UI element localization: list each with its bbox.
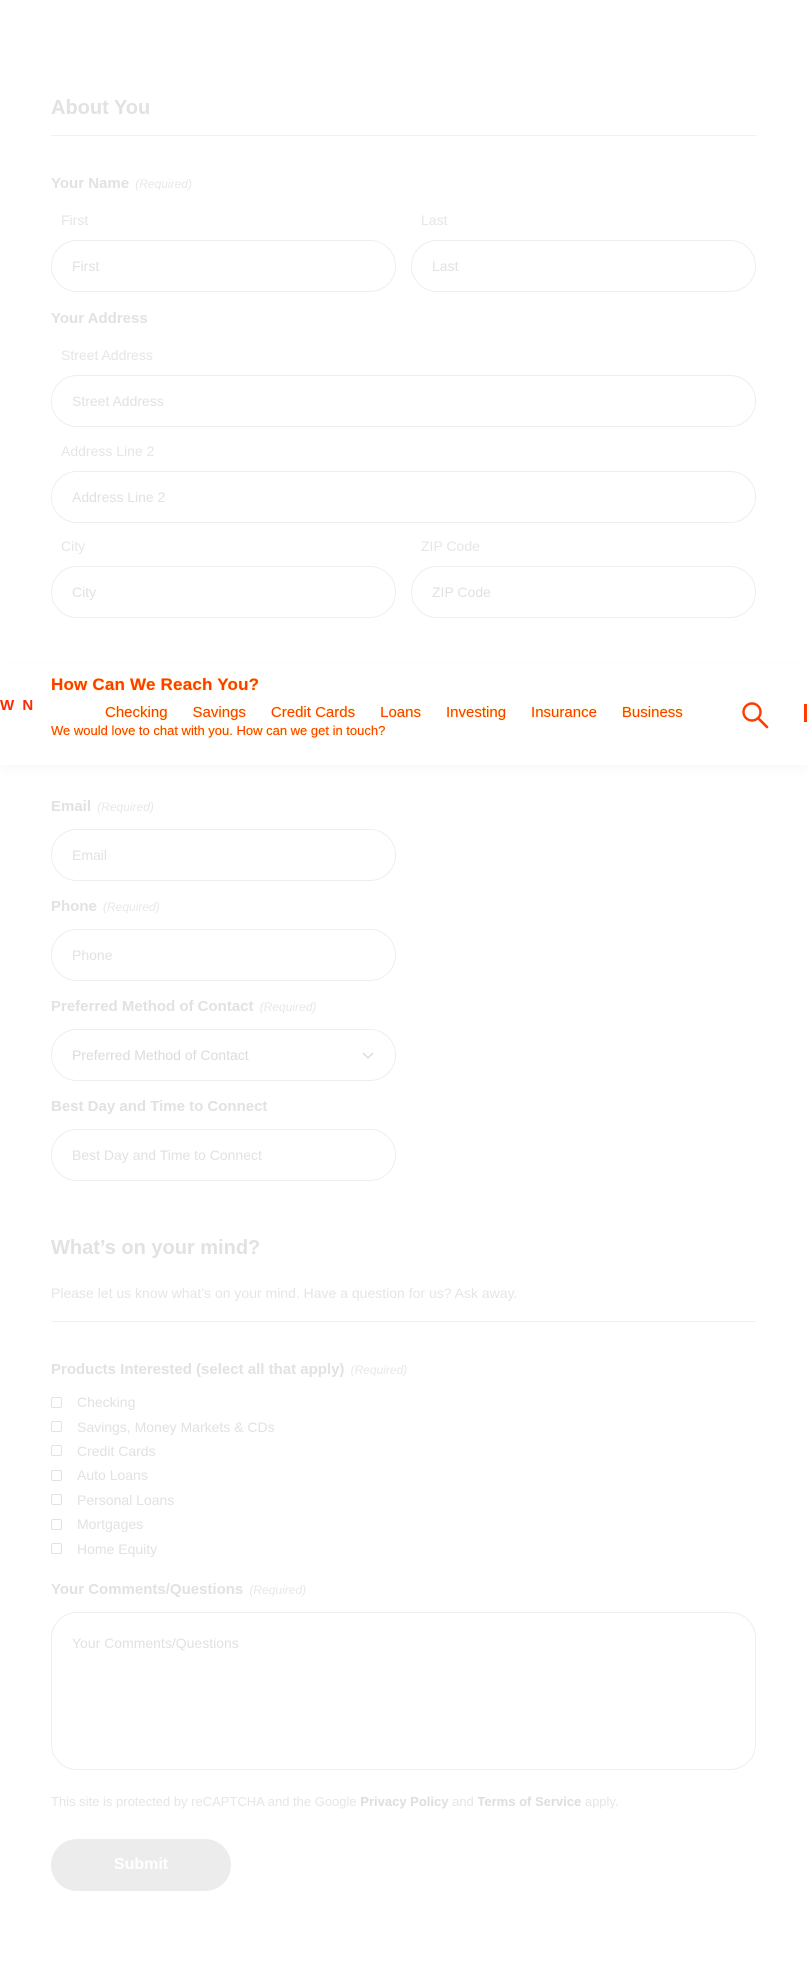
terms-of-service-link[interactable]: Terms of Service xyxy=(477,1794,581,1809)
contact-method-required-note: (Required) xyxy=(259,1000,317,1014)
checkbox[interactable] xyxy=(51,1421,62,1433)
email-label: Email xyxy=(51,798,92,815)
products-required-note: (Required) xyxy=(350,1363,408,1377)
list-item[interactable]: Auto Loans xyxy=(51,1463,275,1487)
list-item[interactable]: Mortgages xyxy=(51,1512,275,1536)
mind-section-title: What’s on your mind? xyxy=(51,1237,261,1259)
checkbox-label: Mortgages xyxy=(77,1516,144,1533)
recaptcha-and: and xyxy=(452,1794,474,1809)
checkbox[interactable] xyxy=(51,1494,62,1506)
comments-label: Your Comments/Questions xyxy=(51,1581,244,1598)
checkbox[interactable] xyxy=(51,1396,62,1408)
nav-item-loans[interactable]: Loans xyxy=(380,704,421,721)
city-label: City xyxy=(61,538,86,554)
phone-input[interactable] xyxy=(51,929,396,981)
checkbox-label: Home Equity xyxy=(77,1540,158,1557)
checkbox[interactable] xyxy=(51,1543,62,1555)
address-line2-label: Address Line 2 xyxy=(61,443,155,459)
checkbox-label: Checking xyxy=(77,1394,136,1411)
name-label: Your Name xyxy=(51,175,130,192)
street-address-label: Street Address xyxy=(61,347,153,363)
name-group-label: Your Name (Required) xyxy=(51,175,192,192)
nav-item-insurance[interactable]: Insurance xyxy=(531,704,597,721)
checkbox-label: Personal Loans xyxy=(77,1491,175,1508)
checkbox-label: Auto Loans xyxy=(77,1467,148,1484)
name-required-note: (Required) xyxy=(135,177,192,191)
phone-label: Phone xyxy=(51,898,97,915)
street-address-input[interactable] xyxy=(51,375,756,427)
checkbox[interactable] xyxy=(51,1518,62,1530)
contact-method-value: Preferred Method of Contact xyxy=(72,1047,249,1063)
nav-item-savings[interactable]: Savings xyxy=(193,704,246,721)
address-line2-input[interactable] xyxy=(51,471,756,523)
email-required-note: (Required) xyxy=(97,800,154,814)
nav-item-investing[interactable]: Investing xyxy=(446,704,506,721)
phone-required-note: (Required) xyxy=(103,900,160,914)
reach-section-subtitle: We would love to chat with you. How can … xyxy=(51,723,386,738)
chevron-down-icon xyxy=(362,1052,374,1060)
mind-section-subtitle: Please let us know what’s on your mind. … xyxy=(51,1285,518,1301)
nav-item-business[interactable]: Business xyxy=(622,704,683,721)
city-input[interactable] xyxy=(51,566,396,618)
zip-code-input[interactable] xyxy=(411,566,756,618)
contact-method-group-label: Preferred Method of Contact (Required) xyxy=(51,998,316,1015)
mind-divider xyxy=(51,1321,756,1322)
products-group-label: Products Interested (select all that app… xyxy=(51,1361,407,1378)
address-group-label: Your Address xyxy=(51,310,148,327)
comments-textarea[interactable] xyxy=(51,1612,756,1770)
nav-item-credit-cards[interactable]: Credit Cards xyxy=(271,704,355,721)
list-item[interactable]: Savings, Money Markets & CDs xyxy=(51,1414,275,1438)
best-time-input[interactable] xyxy=(51,1129,396,1181)
checkbox[interactable] xyxy=(51,1445,62,1457)
contact-method-select[interactable]: Preferred Method of Contact xyxy=(51,1029,396,1081)
recaptcha-suffix: apply. xyxy=(584,1794,619,1809)
recaptcha-prefix: This site is protected by reCAPTCHA and … xyxy=(51,1794,357,1809)
checkbox-label: Credit Cards xyxy=(77,1442,156,1459)
products-label: Products Interested (select all that app… xyxy=(51,1361,345,1378)
first-name-input[interactable] xyxy=(51,240,396,292)
first-name-label: First xyxy=(61,212,89,228)
checkbox[interactable] xyxy=(51,1469,62,1481)
nav-item-checking[interactable]: Checking xyxy=(105,704,168,721)
comments-group-label: Your Comments/Questions (Required) xyxy=(51,1581,306,1598)
search-icon[interactable] xyxy=(740,700,770,730)
main-nav: Checking Savings Credit Cards Loans Inve… xyxy=(105,704,708,721)
list-item[interactable]: Home Equity xyxy=(51,1536,275,1560)
submit-button[interactable]: Submit xyxy=(51,1839,231,1891)
list-item[interactable]: Checking xyxy=(51,1390,275,1414)
email-input[interactable] xyxy=(51,829,396,881)
about-divider xyxy=(51,135,756,136)
best-time-label: Best Day and Time to Connect xyxy=(51,1098,268,1115)
list-item[interactable]: Personal Loans xyxy=(51,1488,275,1512)
list-item[interactable]: Credit Cards xyxy=(51,1439,275,1463)
comments-required-note: (Required) xyxy=(249,1583,307,1597)
last-name-input[interactable] xyxy=(411,240,756,292)
reach-section-title: How Can We Reach You? xyxy=(51,675,260,694)
email-group-label: Email (Required) xyxy=(51,798,154,815)
products-checkbox-list: Checking Savings, Money Markets & CDs Cr… xyxy=(51,1390,275,1561)
recaptcha-notice: This site is protected by reCAPTCHA and … xyxy=(51,1794,619,1809)
logo[interactable]: W N xyxy=(0,697,35,714)
contact-method-label: Preferred Method of Contact xyxy=(51,998,254,1015)
menu-icon[interactable] xyxy=(804,704,807,722)
privacy-policy-link[interactable]: Privacy Policy xyxy=(360,1794,448,1809)
zip-code-label: ZIP Code xyxy=(421,538,480,554)
about-section-title: About You xyxy=(51,97,151,119)
last-name-label: Last xyxy=(421,212,448,228)
phone-group-label: Phone (Required) xyxy=(51,898,160,915)
checkbox-label: Savings, Money Markets & CDs xyxy=(77,1418,275,1435)
